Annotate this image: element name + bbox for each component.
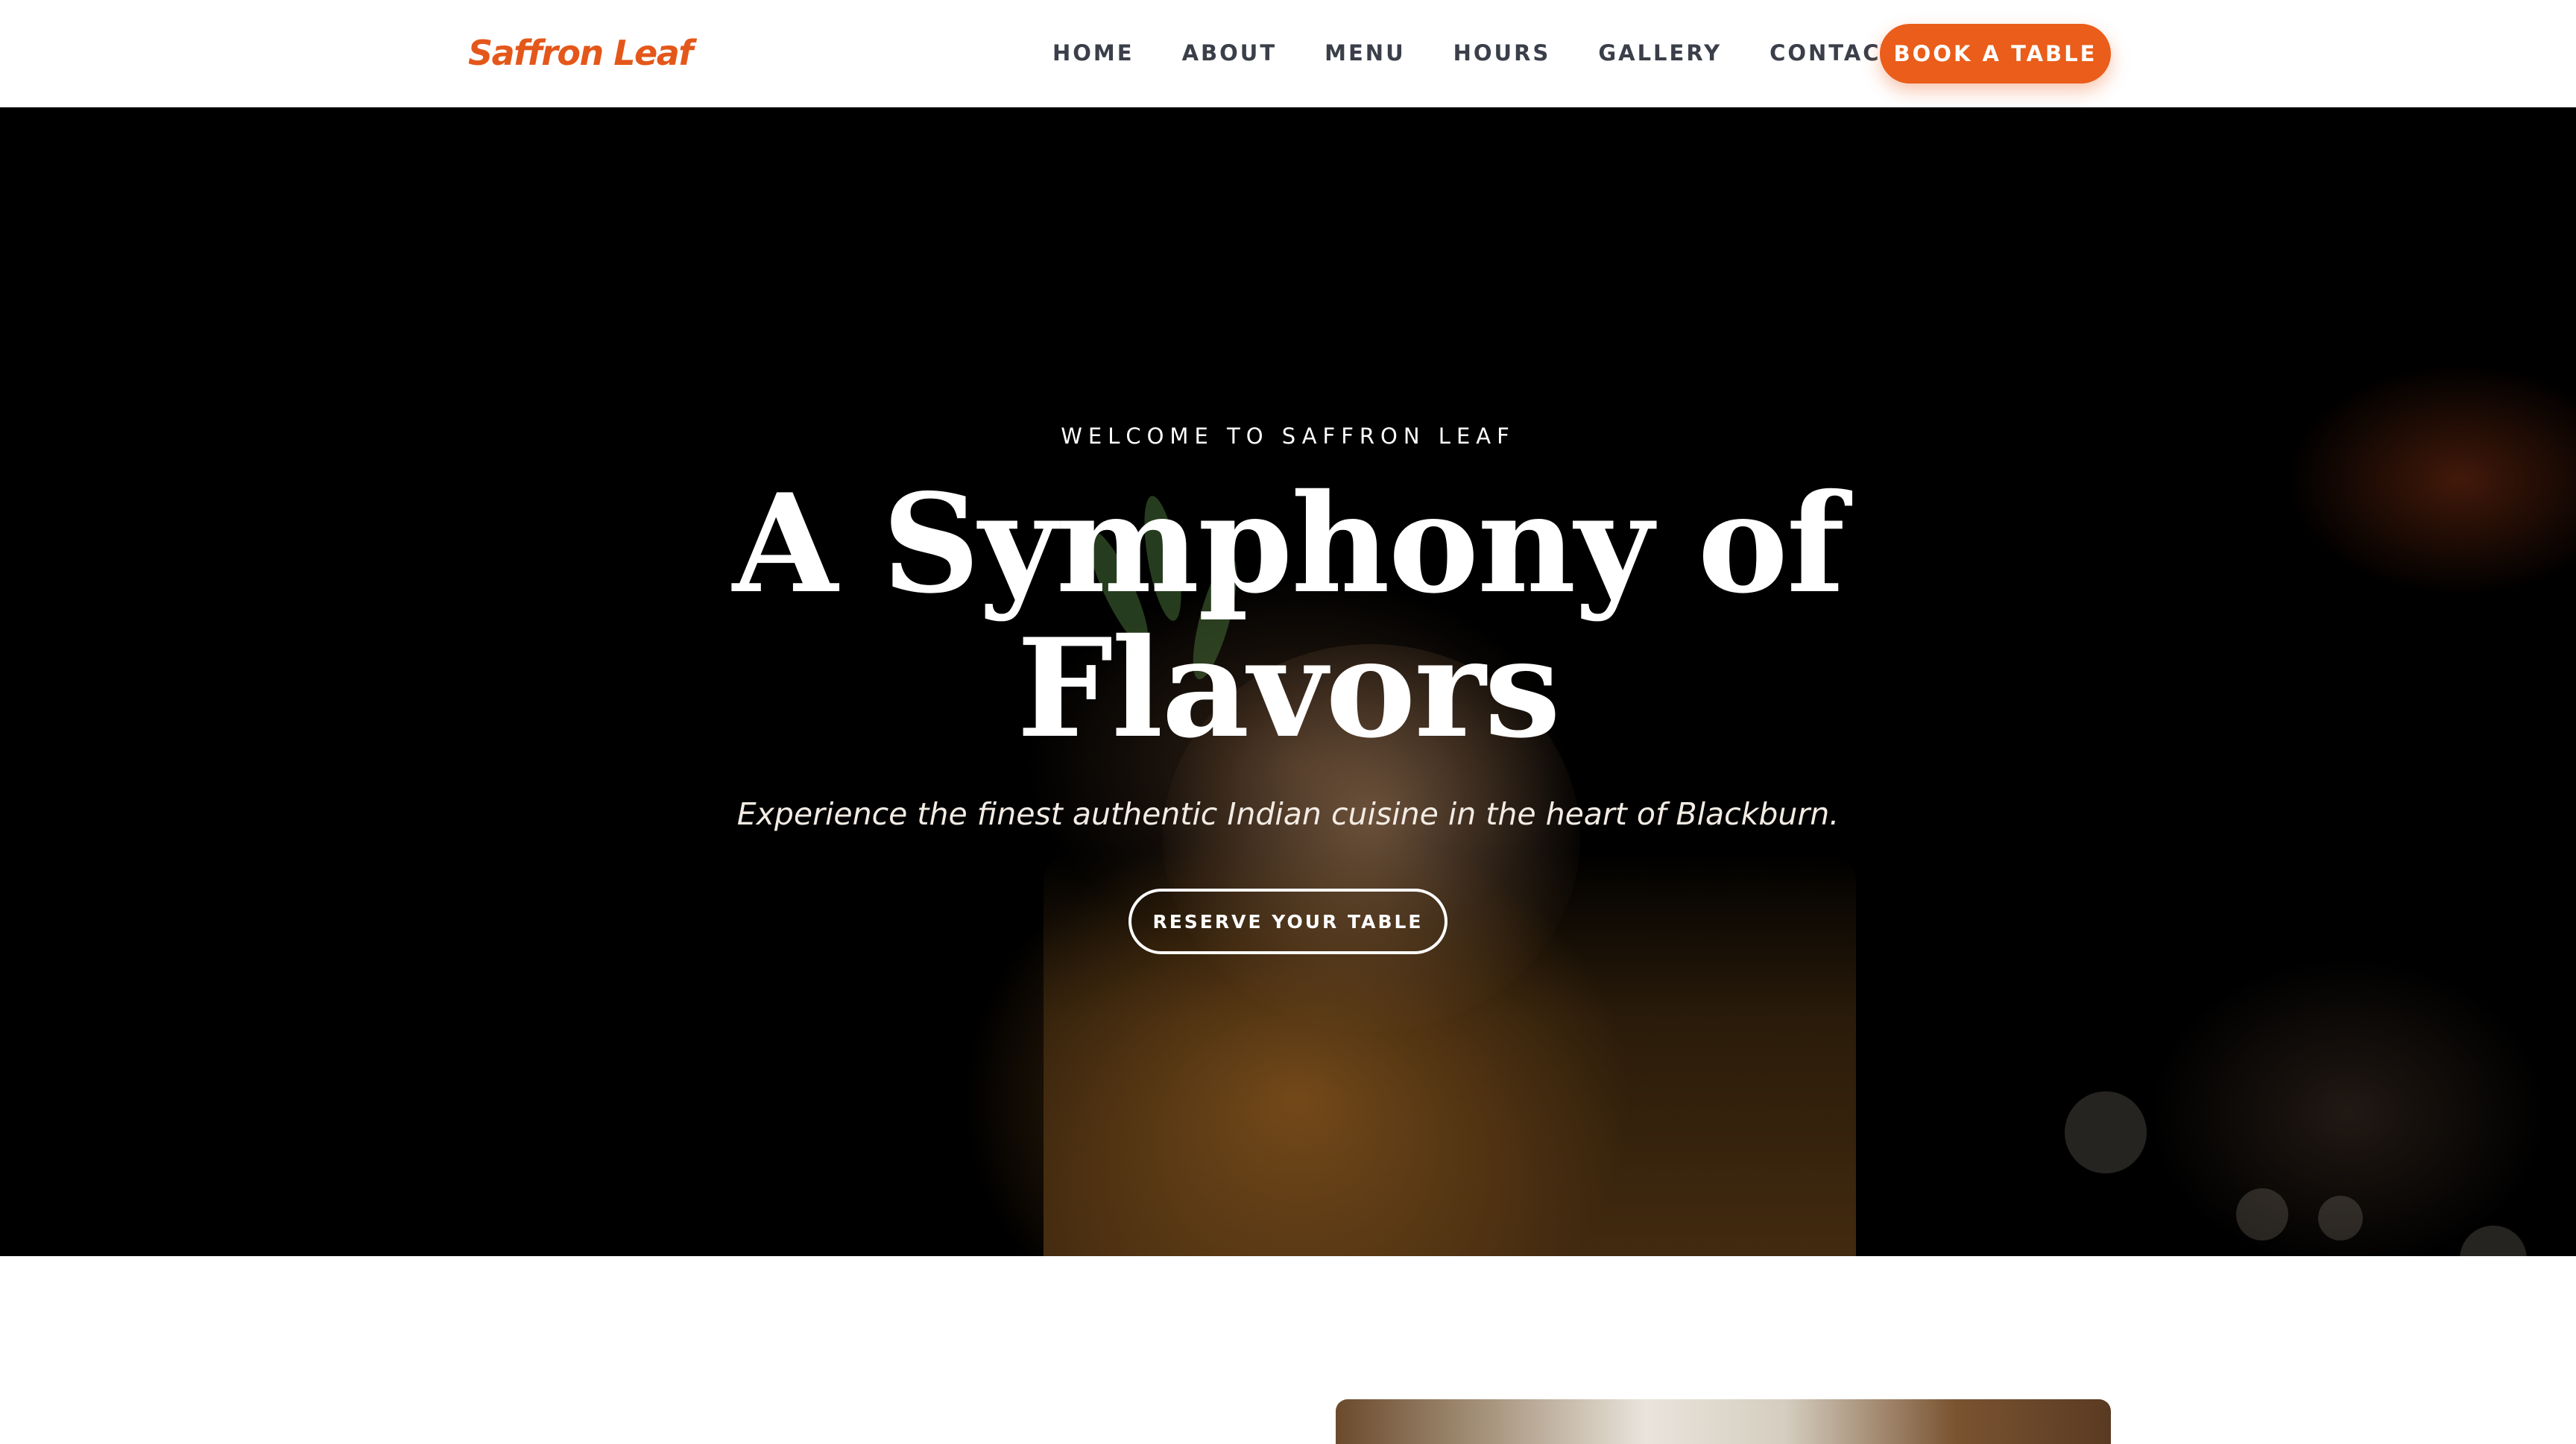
site-header: Saffron Leaf HOME ABOUT MENU HOURS GALLE… [0, 0, 2576, 107]
hero-subtitle: Experience the finest authentic Indian c… [736, 796, 1840, 832]
nav-link-home[interactable]: HOME [1052, 40, 1134, 66]
main-nav: HOME ABOUT MENU HOURS GALLERY CONTACT [1052, 36, 1898, 70]
hero-eyebrow: WELCOME TO SAFFRON LEAF [1061, 423, 1515, 449]
bokeh-light [2318, 1196, 2363, 1240]
bokeh-light [2460, 1226, 2527, 1256]
hero-section: WELCOME TO SAFFRON LEAF A Symphony of Fl… [0, 107, 2576, 1256]
nav-link-menu[interactable]: MENU [1325, 40, 1406, 66]
nav-link-contact[interactable]: CONTACT [1770, 40, 1898, 66]
brand-logo[interactable]: Saffron Leaf [468, 27, 693, 79]
about-food-image [1336, 1399, 2111, 1444]
reserve-table-button[interactable]: RESERVE YOUR TABLE [1128, 889, 1448, 954]
hero-title-line: Flavors [1017, 608, 1561, 768]
book-table-button[interactable]: BOOK A TABLE [1880, 24, 2111, 83]
hero-title: A Symphony of Flavors [0, 471, 2576, 760]
nav-link-about[interactable]: ABOUT [1182, 40, 1278, 66]
bokeh-light [2236, 1188, 2288, 1240]
hero-title-line: A Symphony of [732, 464, 1845, 623]
nav-link-hours[interactable]: HOURS [1453, 40, 1551, 66]
bokeh-light [2065, 1091, 2147, 1173]
nav-link-gallery[interactable]: GALLERY [1598, 40, 1722, 66]
